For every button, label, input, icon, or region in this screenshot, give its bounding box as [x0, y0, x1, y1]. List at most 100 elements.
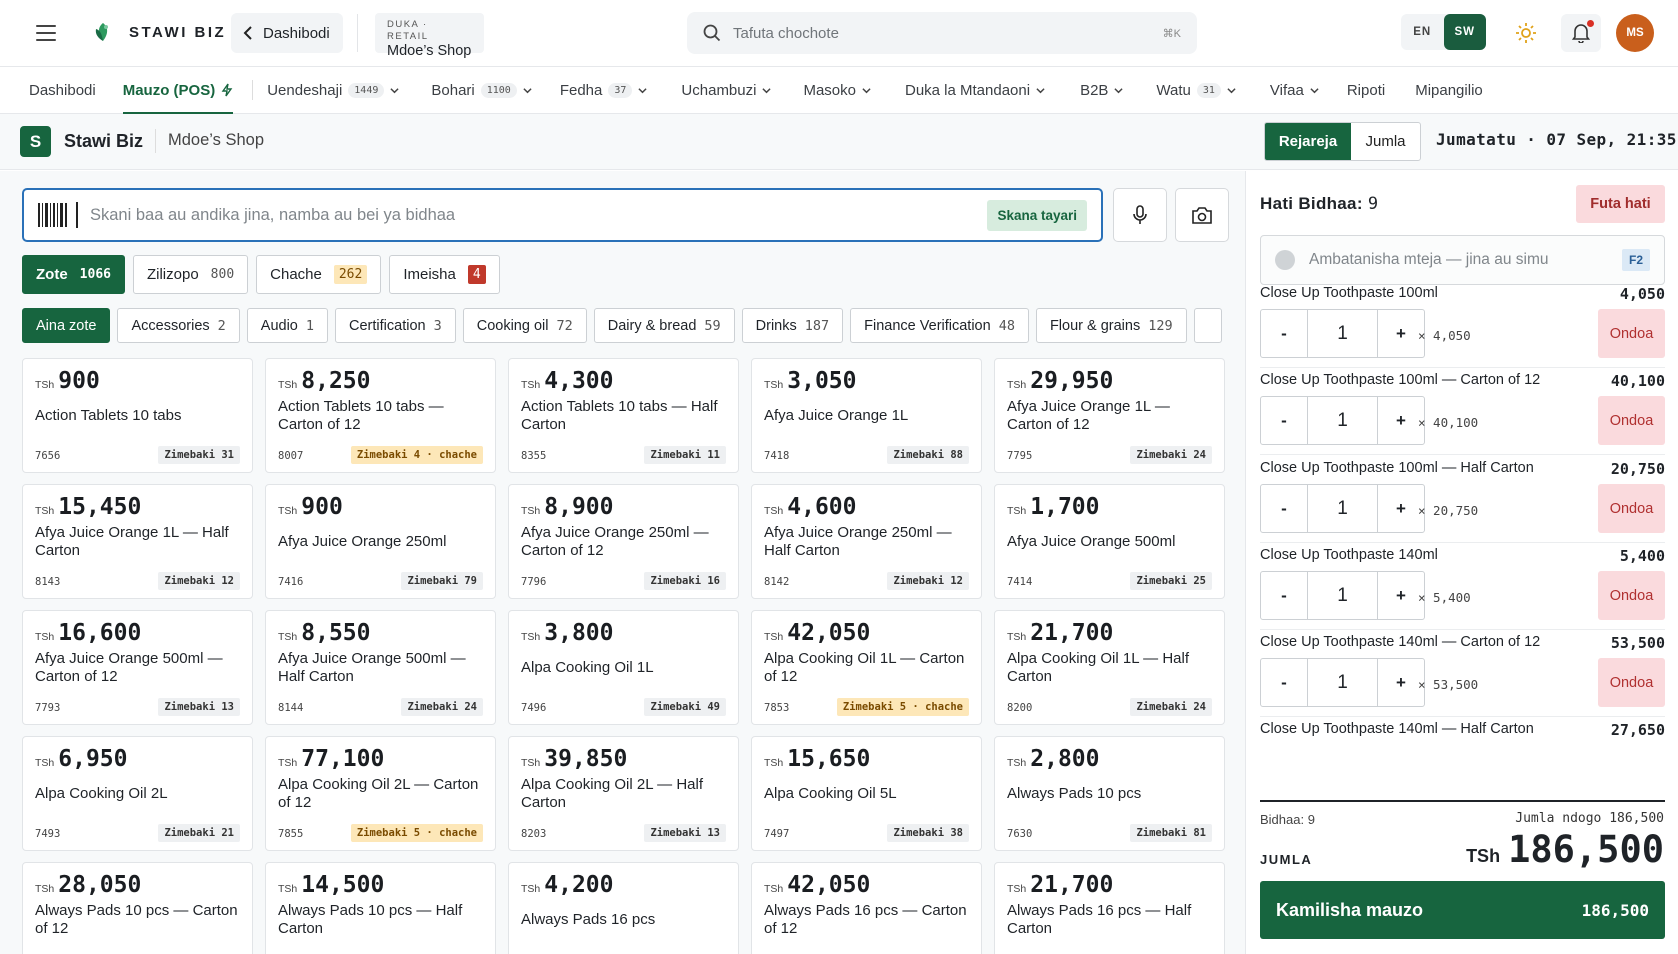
- product-card[interactable]: TSh 6,950 Alpa Cooking Oil 2L 7493 Zimebaki …: [22, 736, 253, 851]
- scan-input[interactable]: [90, 205, 1101, 225]
- product-name-text: Always Pads 10 pcs — Carton of 12: [35, 902, 238, 937]
- nav-item-5[interactable]: Uchambuzi: [681, 67, 772, 114]
- product-card[interactable]: TSh 8,250 Action Tablets 10 tabs — Carton …: [265, 358, 496, 473]
- qty-value[interactable]: 1: [1307, 485, 1378, 532]
- product-card[interactable]: TSh 2,800 Always Pads 10 pcs 7630 Zimebaki 8…: [994, 736, 1225, 851]
- product-card[interactable]: TSh 42,050 Always Pads 16 pcs — Carton of …: [751, 862, 982, 954]
- product-card[interactable]: TSh 4,200 Always Pads 16 pcs: [508, 862, 739, 954]
- product-card[interactable]: TSh 77,100 Alpa Cooking Oil 2L — Carton of…: [265, 736, 496, 851]
- decrease-qty-button[interactable]: -: [1261, 485, 1307, 532]
- global-search-input[interactable]: [733, 24, 1151, 42]
- customer-attach-box[interactable]: F2: [1260, 235, 1665, 285]
- product-name-text: Afya Juice Orange 250ml: [278, 533, 447, 550]
- menu-icon[interactable]: [36, 25, 56, 41]
- product-card[interactable]: TSh 29,950 Afya Juice Orange 1L — Carton o…: [994, 358, 1225, 473]
- product-card[interactable]: TSh 900 Action Tablets 10 tabs 7656 Zimebaki…: [22, 358, 253, 473]
- nav-item-0[interactable]: Dashibodi: [29, 67, 96, 114]
- product-card[interactable]: TSh 8,550 Afya Juice Orange 500ml — Half C…: [265, 610, 496, 725]
- product-card[interactable]: TSh 21,700 Always Pads 16 pcs — Half Carto…: [994, 862, 1225, 954]
- retail-mode-button[interactable]: Rejareja: [1265, 123, 1351, 160]
- avatar[interactable]: MS: [1616, 14, 1654, 52]
- nav-item-3[interactable]: Bohari 1100: [431, 67, 532, 114]
- filter-all[interactable]: Zote 1066: [22, 255, 125, 294]
- nav-item-4[interactable]: Fedha 37: [560, 67, 648, 114]
- nav-item-11[interactable]: Ripoti: [1347, 67, 1385, 114]
- product-card[interactable]: TSh 3,800 Alpa Cooking Oil 1L 7496 Zimebaki …: [508, 610, 739, 725]
- category-chip[interactable]: Aina zote: [22, 308, 111, 343]
- qty-value[interactable]: 1: [1307, 310, 1378, 357]
- product-card[interactable]: TSh 900 Afya Juice Orange 250ml 7416 Zimebak…: [265, 484, 496, 599]
- shop-switcher[interactable]: DUKA · RETAIL Mdoe’s Shop: [375, 13, 484, 59]
- decrease-qty-button[interactable]: -: [1261, 572, 1307, 619]
- checkout-button[interactable]: Kamilisha mauzo 186,500: [1260, 881, 1665, 939]
- lang-sw-button[interactable]: SW: [1443, 14, 1486, 50]
- product-card[interactable]: TSh 4,600 Afya Juice Orange 250ml — Half C…: [751, 484, 982, 599]
- qty-value[interactable]: 1: [1307, 659, 1378, 706]
- global-search[interactable]: ⌘K: [687, 12, 1197, 54]
- sun-icon[interactable]: [1515, 22, 1537, 44]
- nav-item-6[interactable]: Masoko: [803, 67, 871, 114]
- qty-value[interactable]: 1: [1307, 572, 1378, 619]
- nav-item-7[interactable]: Duka la Mtandaoni: [905, 67, 1045, 114]
- notifications-button[interactable]: [1561, 14, 1601, 52]
- language-toggle[interactable]: EN SW: [1401, 14, 1486, 50]
- customer-input[interactable]: [1309, 251, 1664, 269]
- currency-label: TSh: [278, 631, 298, 643]
- wholesale-mode-button[interactable]: Jumla: [1351, 123, 1420, 160]
- sale-mode-toggle[interactable]: Rejareja Jumla: [1264, 122, 1421, 161]
- remove-item-button[interactable]: Ondoa: [1598, 396, 1665, 445]
- category-chip[interactable]: Certification 3: [335, 308, 456, 343]
- nav-item-2[interactable]: Uendeshaji 1449: [267, 67, 399, 114]
- lang-en-button[interactable]: EN: [1401, 14, 1444, 50]
- product-card[interactable]: TSh 16,600 Afya Juice Orange 500ml — Carto…: [22, 610, 253, 725]
- filter-in-stock[interactable]: Zilizopo 800: [132, 255, 249, 294]
- category-chip[interactable]: Cooking oil 72: [462, 308, 587, 343]
- nav-item-12[interactable]: Mipangilio: [1415, 67, 1483, 114]
- category-chip[interactable]: [1193, 308, 1222, 343]
- category-chip[interactable]: Accessories 2: [117, 308, 240, 343]
- nav-item-10[interactable]: Vifaa: [1270, 67, 1319, 114]
- decrease-qty-button[interactable]: -: [1261, 659, 1307, 706]
- product-name: Always Pads 16 pcs — Carton of 12: [764, 901, 969, 939]
- category-chip[interactable]: Flour & grains 129: [1035, 308, 1187, 343]
- product-card[interactable]: TSh 3,050 Afya Juice Orange 1L 7418 Zimebaki…: [751, 358, 982, 473]
- product-name: Always Pads 16 pcs — Half Carton: [1007, 901, 1212, 939]
- product-card[interactable]: TSh 4,300 Action Tablets 10 tabs — Half Ca…: [508, 358, 739, 473]
- product-sku: 7416: [278, 576, 304, 588]
- product-card[interactable]: TSh 1,700 Afya Juice Orange 500ml 7414 Zimeb…: [994, 484, 1225, 599]
- clear-cart-button[interactable]: Futa hati: [1576, 185, 1665, 223]
- product-card[interactable]: TSh 15,650 Alpa Cooking Oil 5L 7497 Zimebaki…: [751, 736, 982, 851]
- product-card[interactable]: TSh 15,450 Afya Juice Orange 1L — Half Car…: [22, 484, 253, 599]
- category-chip[interactable]: Drinks 187: [741, 308, 844, 343]
- product-card[interactable]: TSh 39,850 Alpa Cooking Oil 2L — Half Cart…: [508, 736, 739, 851]
- nav-label: Watu: [1156, 81, 1191, 99]
- remove-item-button[interactable]: Ondoa: [1598, 309, 1665, 358]
- product-card[interactable]: TSh 21,700 Alpa Cooking Oil 1L — Half Cart…: [994, 610, 1225, 725]
- back-to-dashboard-button[interactable]: Dashibodi: [231, 13, 343, 53]
- qty-value[interactable]: 1: [1307, 397, 1378, 444]
- product-price: TSh 29,950: [1007, 368, 1212, 394]
- filter-out-of-stock[interactable]: Imeisha 4: [389, 255, 500, 294]
- camera-scan-button[interactable]: [1175, 188, 1229, 242]
- category-chip[interactable]: Dairy & bread 59: [593, 308, 735, 343]
- decrease-qty-button[interactable]: -: [1261, 310, 1307, 357]
- category-chip[interactable]: Audio 1: [246, 308, 329, 343]
- shortcut-badge: F2: [1621, 249, 1650, 271]
- product-card[interactable]: TSh 14,500 Always Pads 10 pcs — Half Carto…: [265, 862, 496, 954]
- scan-search-box[interactable]: Skana tayari: [22, 188, 1103, 242]
- category-chip[interactable]: Finance Verification 48: [850, 308, 1029, 343]
- voice-search-button[interactable]: [1113, 188, 1167, 242]
- remove-item-button[interactable]: Ondoa: [1598, 571, 1665, 620]
- nav-item-9[interactable]: Watu 31: [1156, 67, 1236, 114]
- product-card[interactable]: TSh 42,050 Alpa Cooking Oil 1L — Carton of…: [751, 610, 982, 725]
- nav-item-1[interactable]: Mauzo (POS): [122, 67, 234, 115]
- remove-item-button[interactable]: Ondoa: [1598, 484, 1665, 533]
- category-bar: Aina zote Accessories 2 Audio 1 Certification…: [22, 308, 1229, 344]
- remove-item-button[interactable]: Ondoa: [1598, 658, 1665, 707]
- product-card[interactable]: TSh 8,900 Afya Juice Orange 250ml — Carton…: [508, 484, 739, 599]
- decrease-qty-button[interactable]: -: [1261, 397, 1307, 444]
- product-card[interactable]: TSh 28,050 Always Pads 10 pcs — Carton of …: [22, 862, 253, 954]
- price-amount: 42,050: [787, 872, 871, 898]
- nav-item-8[interactable]: B2B: [1080, 67, 1124, 114]
- filter-low-stock[interactable]: Chache 262: [256, 255, 382, 294]
